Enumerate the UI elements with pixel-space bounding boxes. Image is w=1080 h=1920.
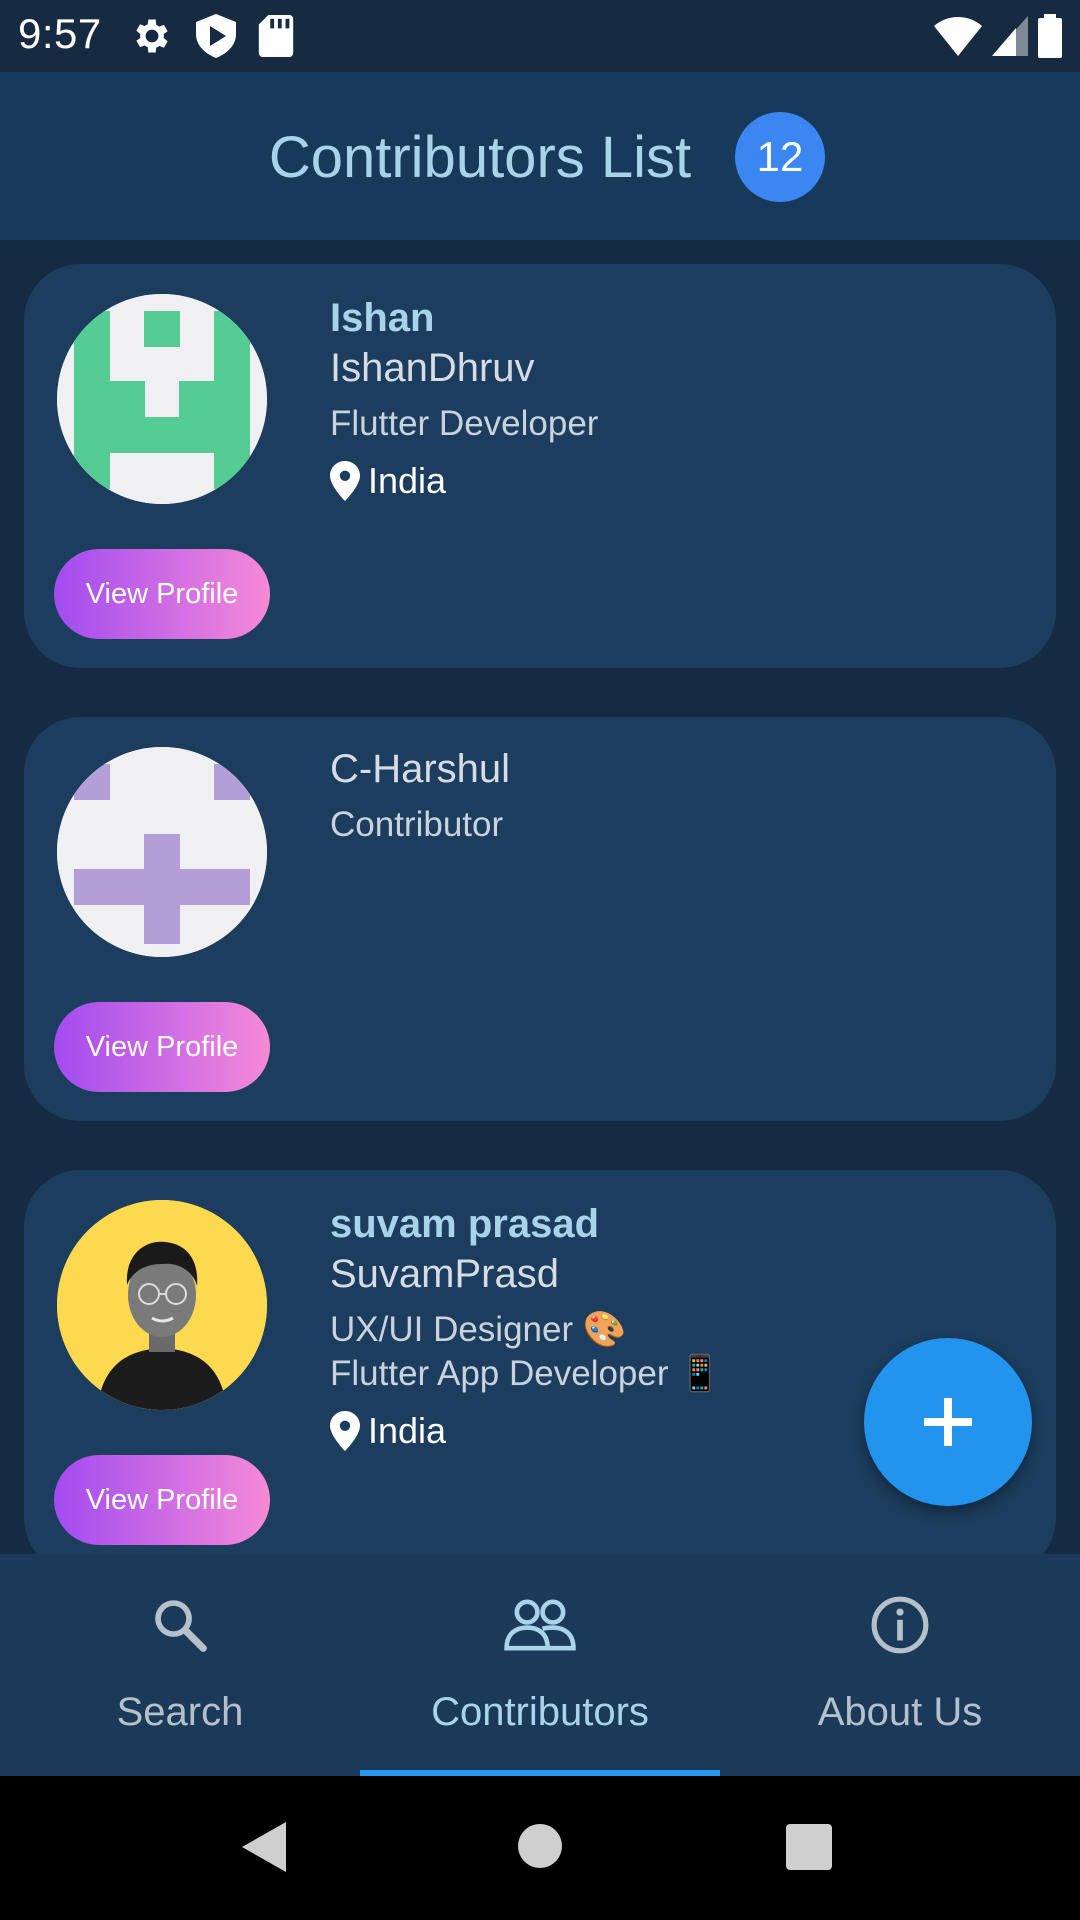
bottom-navigation: Search Contributors About Us bbox=[0, 1554, 1080, 1776]
battery-icon bbox=[1038, 14, 1062, 58]
add-contributor-button[interactable] bbox=[864, 1338, 1032, 1506]
cell-signal-icon bbox=[992, 16, 1028, 56]
contributor-username: SuvamPrasd bbox=[330, 1252, 559, 1296]
contributor-info: C-Harshul Contributor bbox=[330, 745, 1030, 847]
identicon-avatar-image bbox=[57, 747, 267, 957]
recents-icon[interactable] bbox=[786, 1824, 832, 1870]
nav-item-search[interactable]: Search bbox=[0, 1554, 360, 1776]
contributor-info: Ishan IshanDhruv Flutter Developer India bbox=[330, 292, 1030, 502]
contributor-username: C-Harshul bbox=[330, 747, 511, 791]
avatar bbox=[57, 294, 267, 504]
back-icon[interactable] bbox=[242, 1822, 290, 1872]
wifi-icon bbox=[934, 17, 982, 56]
status-icons-left bbox=[130, 14, 294, 58]
info-icon bbox=[871, 1596, 929, 1654]
contributors-count-badge: 12 bbox=[735, 112, 825, 202]
contributor-role: Flutter Developer bbox=[330, 404, 599, 443]
location-text: India bbox=[368, 1410, 447, 1451]
shield-play-icon bbox=[196, 14, 236, 58]
view-profile-button[interactable]: View Profile bbox=[54, 1002, 270, 1092]
contributor-card: Ishan IshanDhruv Flutter Developer India… bbox=[24, 264, 1056, 668]
nav-label-contributors: Contributors bbox=[431, 1690, 649, 1734]
sd-card-icon bbox=[258, 15, 294, 57]
plus-icon bbox=[924, 1398, 972, 1446]
contributor-username: IshanDhruv bbox=[330, 346, 535, 390]
location-pin-icon bbox=[330, 1411, 360, 1451]
avatar bbox=[57, 1200, 267, 1410]
status-icons-right bbox=[934, 14, 1062, 58]
people-icon bbox=[504, 1599, 576, 1651]
contributor-card: C-Harshul Contributor View Profile bbox=[24, 717, 1056, 1121]
app-bar: Contributors List 12 bbox=[0, 72, 1080, 240]
home-icon[interactable] bbox=[518, 1824, 562, 1868]
avatar bbox=[57, 747, 267, 957]
location-pin-icon bbox=[330, 461, 360, 501]
location-text: India bbox=[368, 460, 447, 501]
profile-photo-image bbox=[57, 1200, 267, 1410]
identicon-avatar-image bbox=[57, 294, 267, 504]
status-bar: 9:57 bbox=[0, 0, 1080, 72]
nav-label-search: Search bbox=[116, 1690, 244, 1734]
gear-icon bbox=[136, 19, 168, 53]
contributor-role: Contributor bbox=[330, 805, 504, 844]
contributor-name: suvam prasad bbox=[330, 1202, 600, 1246]
nav-item-about-us[interactable]: About Us bbox=[720, 1554, 1080, 1776]
contributor-location: India bbox=[330, 460, 1030, 502]
contributor-name: Ishan bbox=[330, 296, 435, 340]
search-icon bbox=[155, 1600, 207, 1652]
system-navigation-bar bbox=[0, 1776, 1080, 1920]
nav-item-contributors[interactable]: Contributors bbox=[360, 1554, 720, 1776]
view-profile-button[interactable]: View Profile bbox=[54, 1455, 270, 1545]
view-profile-button[interactable]: View Profile bbox=[54, 549, 270, 639]
nav-label-about-us: About Us bbox=[817, 1690, 983, 1734]
status-time: 9:57 bbox=[18, 10, 102, 57]
